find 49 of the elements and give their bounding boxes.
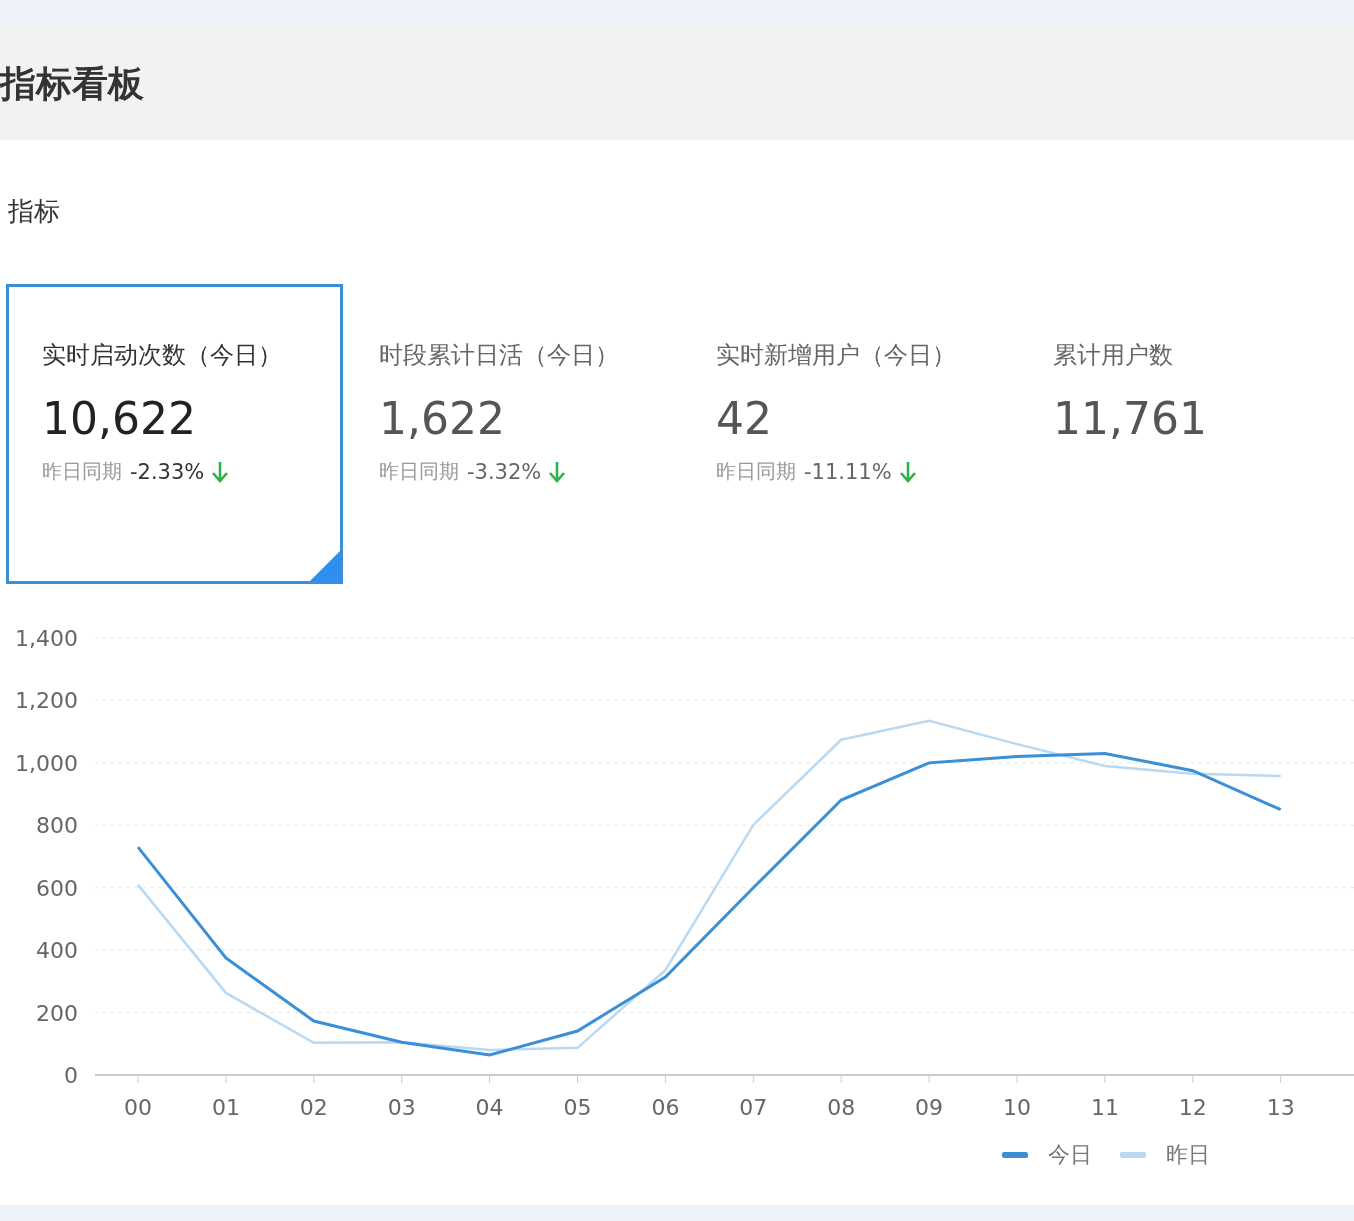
x-axis-label: 12	[1178, 1095, 1207, 1120]
metric-label: 实时新增用户（今日）	[716, 340, 957, 371]
corner-mark	[310, 551, 340, 581]
x-axis-label: 03	[387, 1095, 416, 1120]
x-axis-label: 08	[827, 1095, 856, 1120]
x-axis-label: 13	[1266, 1095, 1295, 1120]
x-axis-label: 07	[739, 1095, 768, 1120]
x-axis-label: 09	[915, 1095, 944, 1120]
legend-label: 昨日	[1166, 1141, 1210, 1169]
x-axis-label: 04	[475, 1095, 504, 1120]
metric-label: 时段累计日活（今日）	[379, 340, 620, 371]
change-value: -2.33%	[130, 459, 205, 484]
y-axis-label: 800	[36, 813, 78, 839]
metric-card[interactable]: 实时新增用户（今日） 42 昨日同期 -11.11%	[680, 284, 1017, 584]
metric-card[interactable]: 实时启动次数（今日） 10,622 昨日同期 -2.33%	[6, 284, 343, 584]
x-axis-label: 05	[563, 1095, 592, 1120]
metric-card[interactable]: 累计用户数 11,761	[1017, 284, 1354, 584]
y-axis-label: 1,200	[15, 688, 78, 714]
x-axis-label: 01	[211, 1095, 240, 1120]
down-arrow-icon	[899, 460, 916, 483]
y-axis-label: 1,000	[15, 750, 78, 776]
metric-label: 实时启动次数（今日）	[42, 340, 283, 371]
x-axis-label: 11	[1090, 1095, 1119, 1120]
x-axis-label: 02	[299, 1095, 328, 1120]
metric-value: 1,622	[379, 393, 506, 444]
section-title: 指标	[7, 195, 61, 228]
metric-value: 10,622	[42, 393, 197, 444]
y-axis-label: 400	[36, 938, 78, 964]
change-value: -3.32%	[467, 459, 542, 484]
compare-label: 昨日同期	[42, 458, 122, 485]
y-axis-label: 600	[36, 875, 78, 901]
metric-card[interactable]: 时段累计日活（今日） 1,622 昨日同期 -3.32%	[343, 284, 680, 584]
x-axis-label: 10	[1003, 1095, 1031, 1120]
change-value: -11.11%	[804, 459, 892, 484]
legend-label: 今日	[1048, 1141, 1092, 1169]
x-axis-label: 06	[651, 1095, 680, 1120]
y-axis-label: 0	[64, 1063, 78, 1088]
compare-label: 昨日同期	[716, 458, 796, 485]
y-axis-label: 1,400	[15, 626, 78, 651]
x-axis-label: 00	[124, 1095, 152, 1120]
metric-value: 42	[716, 393, 773, 444]
down-arrow-icon	[212, 460, 229, 483]
metric-value: 11,761	[1053, 393, 1208, 444]
compare-label: 昨日同期	[379, 458, 459, 485]
down-arrow-icon	[549, 460, 566, 483]
legend-item[interactable]: 昨日	[1120, 1140, 1210, 1170]
legend-item[interactable]: 今日	[1002, 1140, 1092, 1170]
y-axis-label: 200	[36, 1000, 78, 1026]
metric-label: 累计用户数	[1053, 340, 1174, 371]
